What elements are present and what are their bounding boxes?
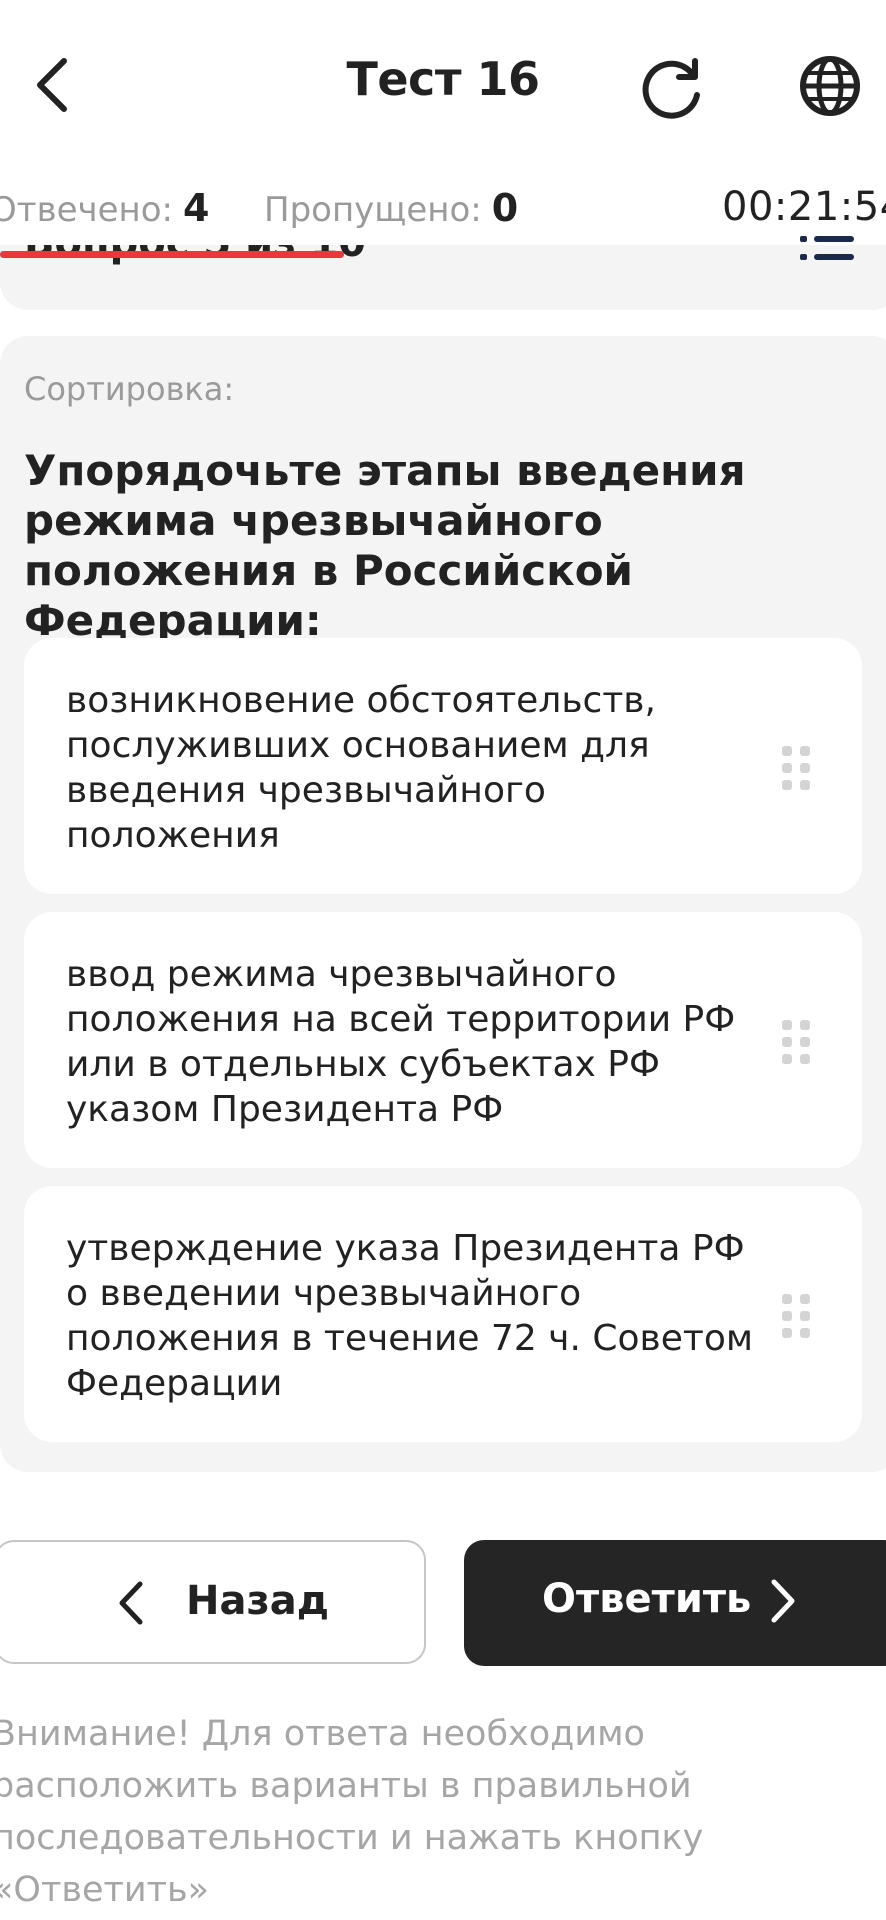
progress-bar [0,251,344,258]
language-button[interactable] [794,50,866,122]
sortable-answer-item[interactable]: ввод режима чрезвычайного положения на в… [24,912,862,1168]
answer-text: возникновение обстоятельств, послуживших… [66,680,656,856]
skipped-count: 0 [491,186,519,230]
refresh-icon [642,58,700,119]
chevron-left-icon [119,1581,143,1625]
drag-handle-icon[interactable] [782,1294,812,1340]
question-text: Упорядочьте этапы введения режима чрезвы… [24,446,746,645]
answer-button-label: Ответить [542,1576,752,1622]
list-icon[interactable] [800,232,856,268]
page-title: Тест 16 [346,52,540,106]
globe-icon [800,56,860,116]
skipped-label: Пропущено: [264,190,482,230]
sortable-answer-item[interactable]: утверждение указа Президента РФ о введен… [24,1186,862,1442]
answered-label: Отвечено: [0,190,174,230]
back-button[interactable]: Назад [0,1540,426,1664]
drag-handle-icon[interactable] [782,1020,812,1066]
skipped-stat: Пропущено: 0 [264,186,518,230]
answer-text: ввод режима чрезвычайного положения на в… [66,954,736,1130]
back-button-label: Назад [186,1578,330,1624]
test-screen: Тест 16 Вопрос 5 из 10 От [0,0,886,1920]
sortable-answer-item[interactable]: возникновение обстоятельств, послуживших… [24,638,862,894]
header: Тест 16 [0,0,886,170]
notice-text: Внимание! Для ответа необходимо располож… [0,1714,704,1910]
timer: 00:21:54 [722,184,886,230]
answer-button[interactable]: Ответить [464,1540,886,1666]
stats-bar: Отвечено:4 Пропущено:0 00:21:54 [0,170,886,245]
answered-stat: Отвечено: 4 [0,186,209,230]
refresh-button[interactable] [636,52,708,124]
answered-count: 4 [183,186,210,230]
question-card: Сортировка: Упорядочьте этапы введения р… [0,336,886,1472]
chevron-right-icon [771,1579,795,1623]
question-type-label: Сортировка: [24,370,235,408]
answer-text: утверждение указа Президента РФ о введен… [66,1228,754,1404]
drag-handle-icon[interactable] [782,746,812,792]
